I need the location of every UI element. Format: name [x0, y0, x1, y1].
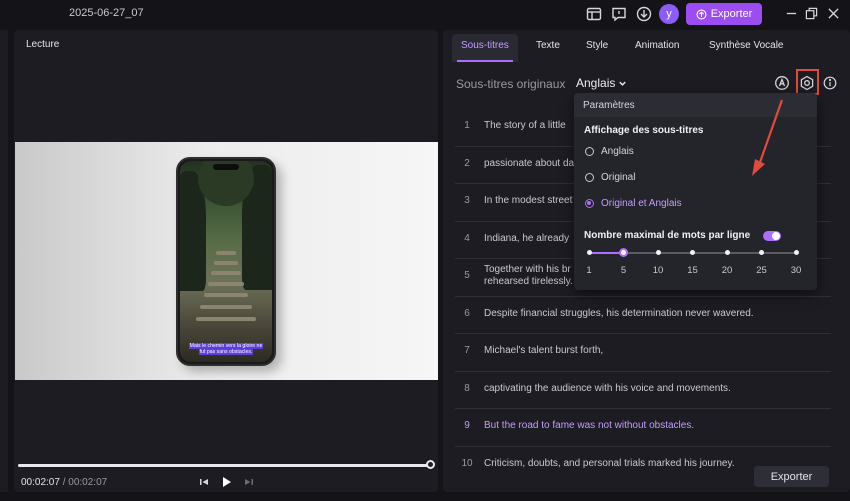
- left-side-strip: [0, 30, 8, 492]
- feedback-icon[interactable]: [610, 5, 628, 23]
- video-stage[interactable]: Mais le chemin vers la gloire ne fut pas…: [15, 142, 438, 380]
- slider-tick: [690, 250, 695, 255]
- slider-tick-label: 1: [586, 265, 592, 276]
- caption-line-2: fut pas sans obstacles.: [198, 349, 254, 355]
- language-value: Anglais: [576, 76, 616, 90]
- slider-tick-label: 15: [687, 265, 698, 276]
- row-number: 9: [464, 420, 470, 431]
- row-number: 7: [464, 345, 470, 356]
- original-subtitles-label: Sous-titres originaux: [456, 77, 566, 91]
- radio-label: Original et Anglais: [601, 198, 682, 209]
- translate-icon[interactable]: [773, 74, 791, 92]
- subtitle-row[interactable]: 6 Despite financial struggles, his deter…: [455, 297, 831, 334]
- slider-tick: [724, 250, 730, 255]
- row-text[interactable]: Despite financial struggles, his determi…: [484, 308, 754, 320]
- row-number: 2: [464, 157, 470, 169]
- radio-dot: [585, 173, 594, 182]
- active-tab-underline: [457, 60, 513, 62]
- row-number: 1: [464, 120, 470, 131]
- settings-highlight-box: [796, 69, 819, 95]
- row-text[interactable]: Together with his br rehearsed tirelessl…: [484, 264, 573, 288]
- row-text[interactable]: In the modest street: [484, 195, 572, 207]
- slider-tick: [759, 250, 764, 255]
- slider-tick: [655, 250, 661, 255]
- upload-icon: [696, 8, 707, 20]
- close-icon[interactable]: [825, 5, 841, 21]
- timeline-bar[interactable]: [18, 464, 430, 467]
- max-words-toggle[interactable]: [763, 231, 781, 241]
- language-select[interactable]: Anglais: [576, 76, 627, 90]
- row-number: 5: [464, 270, 470, 281]
- slider-tick-label: 25: [756, 265, 767, 276]
- slider-tick: [793, 250, 799, 255]
- export-button[interactable]: Exporter: [754, 466, 829, 487]
- display-heading: Affichage des sous-titres: [584, 125, 704, 136]
- stairs: [194, 251, 258, 331]
- top-bar: 2025-06-27_07 y Exporter: [0, 0, 850, 28]
- time-separator: /: [62, 477, 66, 488]
- radio-label: Original: [601, 172, 636, 183]
- download-icon[interactable]: [635, 5, 653, 23]
- row-text-line-1: Together with his br: [484, 264, 571, 275]
- layout-icon[interactable]: [585, 5, 603, 23]
- radio-label: Anglais: [601, 146, 634, 157]
- time-display: 00:02:07 / 00:02:07: [21, 477, 107, 488]
- row-number: 4: [464, 232, 470, 244]
- row-number: 6: [464, 307, 470, 319]
- phone-notch: [213, 164, 239, 170]
- export-top-button[interactable]: Exporter: [686, 3, 762, 25]
- play-icon[interactable]: [219, 475, 233, 489]
- row-text[interactable]: Michael's talent burst forth,: [484, 345, 603, 357]
- timeline-handle[interactable]: [426, 460, 435, 469]
- row-number: 8: [464, 382, 470, 394]
- row-text[interactable]: passionate about da: [484, 158, 574, 170]
- subtitle-row[interactable]: 8 captivating the audience with his voic…: [455, 372, 831, 409]
- user-avatar[interactable]: y: [659, 4, 679, 24]
- chevron-down-icon: [619, 81, 627, 86]
- slider-tick-label: 30: [790, 265, 802, 276]
- slider-tick: [586, 250, 592, 255]
- slider-tick-label: 10: [652, 265, 664, 276]
- subtitle-row[interactable]: 7 Michael's talent burst forth,: [455, 334, 831, 372]
- export-top-label: Exporter: [710, 8, 753, 20]
- info-icon[interactable]: [821, 74, 839, 92]
- annotation-arrow-icon: [752, 99, 784, 176]
- project-name: 2025-06-27_07: [69, 7, 144, 19]
- row-text-line-2: rehearsed tirelessly.: [484, 276, 573, 287]
- tab-animation[interactable]: Animation: [635, 40, 679, 51]
- tab-voice-synthesis[interactable]: Synthèse Vocale: [709, 40, 784, 51]
- row-number: 10: [461, 457, 473, 469]
- radio-dot: [585, 147, 594, 156]
- tab-text[interactable]: Texte: [536, 40, 560, 51]
- row-text[interactable]: Criticism, doubts, and personal trials m…: [484, 458, 734, 470]
- row-text[interactable]: captivating the audience with his voice …: [484, 383, 731, 395]
- radio-dot: [585, 199, 594, 208]
- preview-title: Lecture: [26, 39, 60, 50]
- max-words-slider-knob[interactable]: [619, 248, 628, 257]
- next-frame-icon[interactable]: [242, 475, 256, 489]
- tab-bar: Sous-titres Texte Style Animation Synthè…: [443, 30, 850, 62]
- subtitle-row-active[interactable]: 9 But the road to fame was not without o…: [455, 409, 831, 447]
- restore-icon[interactable]: [803, 5, 819, 21]
- row-text[interactable]: Indiana, he already: [484, 233, 569, 245]
- row-text[interactable]: But the road to fame was not without obs…: [484, 420, 694, 432]
- row-text[interactable]: The story of a little: [484, 120, 566, 132]
- radio-original-and-english[interactable]: Original et Anglais: [585, 197, 805, 211]
- tab-style[interactable]: Style: [586, 40, 608, 51]
- popup-title: Paramètres: [583, 100, 635, 111]
- slider-tick-label: 20: [721, 265, 733, 276]
- slider-tick-label: 5: [620, 265, 627, 276]
- row-number: 3: [464, 195, 470, 206]
- max-words-label: Nombre maximal de mots par ligne: [584, 230, 751, 241]
- phone-mockup: Mais le chemin vers la gloire ne fut pas…: [176, 157, 276, 366]
- minimize-icon[interactable]: [783, 5, 799, 21]
- time-current: 00:02:07: [21, 477, 60, 488]
- video-frame: Mais le chemin vers la gloire ne fut pas…: [180, 161, 272, 362]
- time-total: 00:02:07: [68, 477, 108, 488]
- preview-panel: Lecture Mais le chemin vers la gloire ne…: [14, 30, 438, 492]
- tab-subtitles[interactable]: Sous-titres: [461, 40, 509, 51]
- previous-frame-icon[interactable]: [197, 475, 211, 489]
- video-caption: Mais le chemin vers la gloire ne fut pas…: [182, 343, 270, 355]
